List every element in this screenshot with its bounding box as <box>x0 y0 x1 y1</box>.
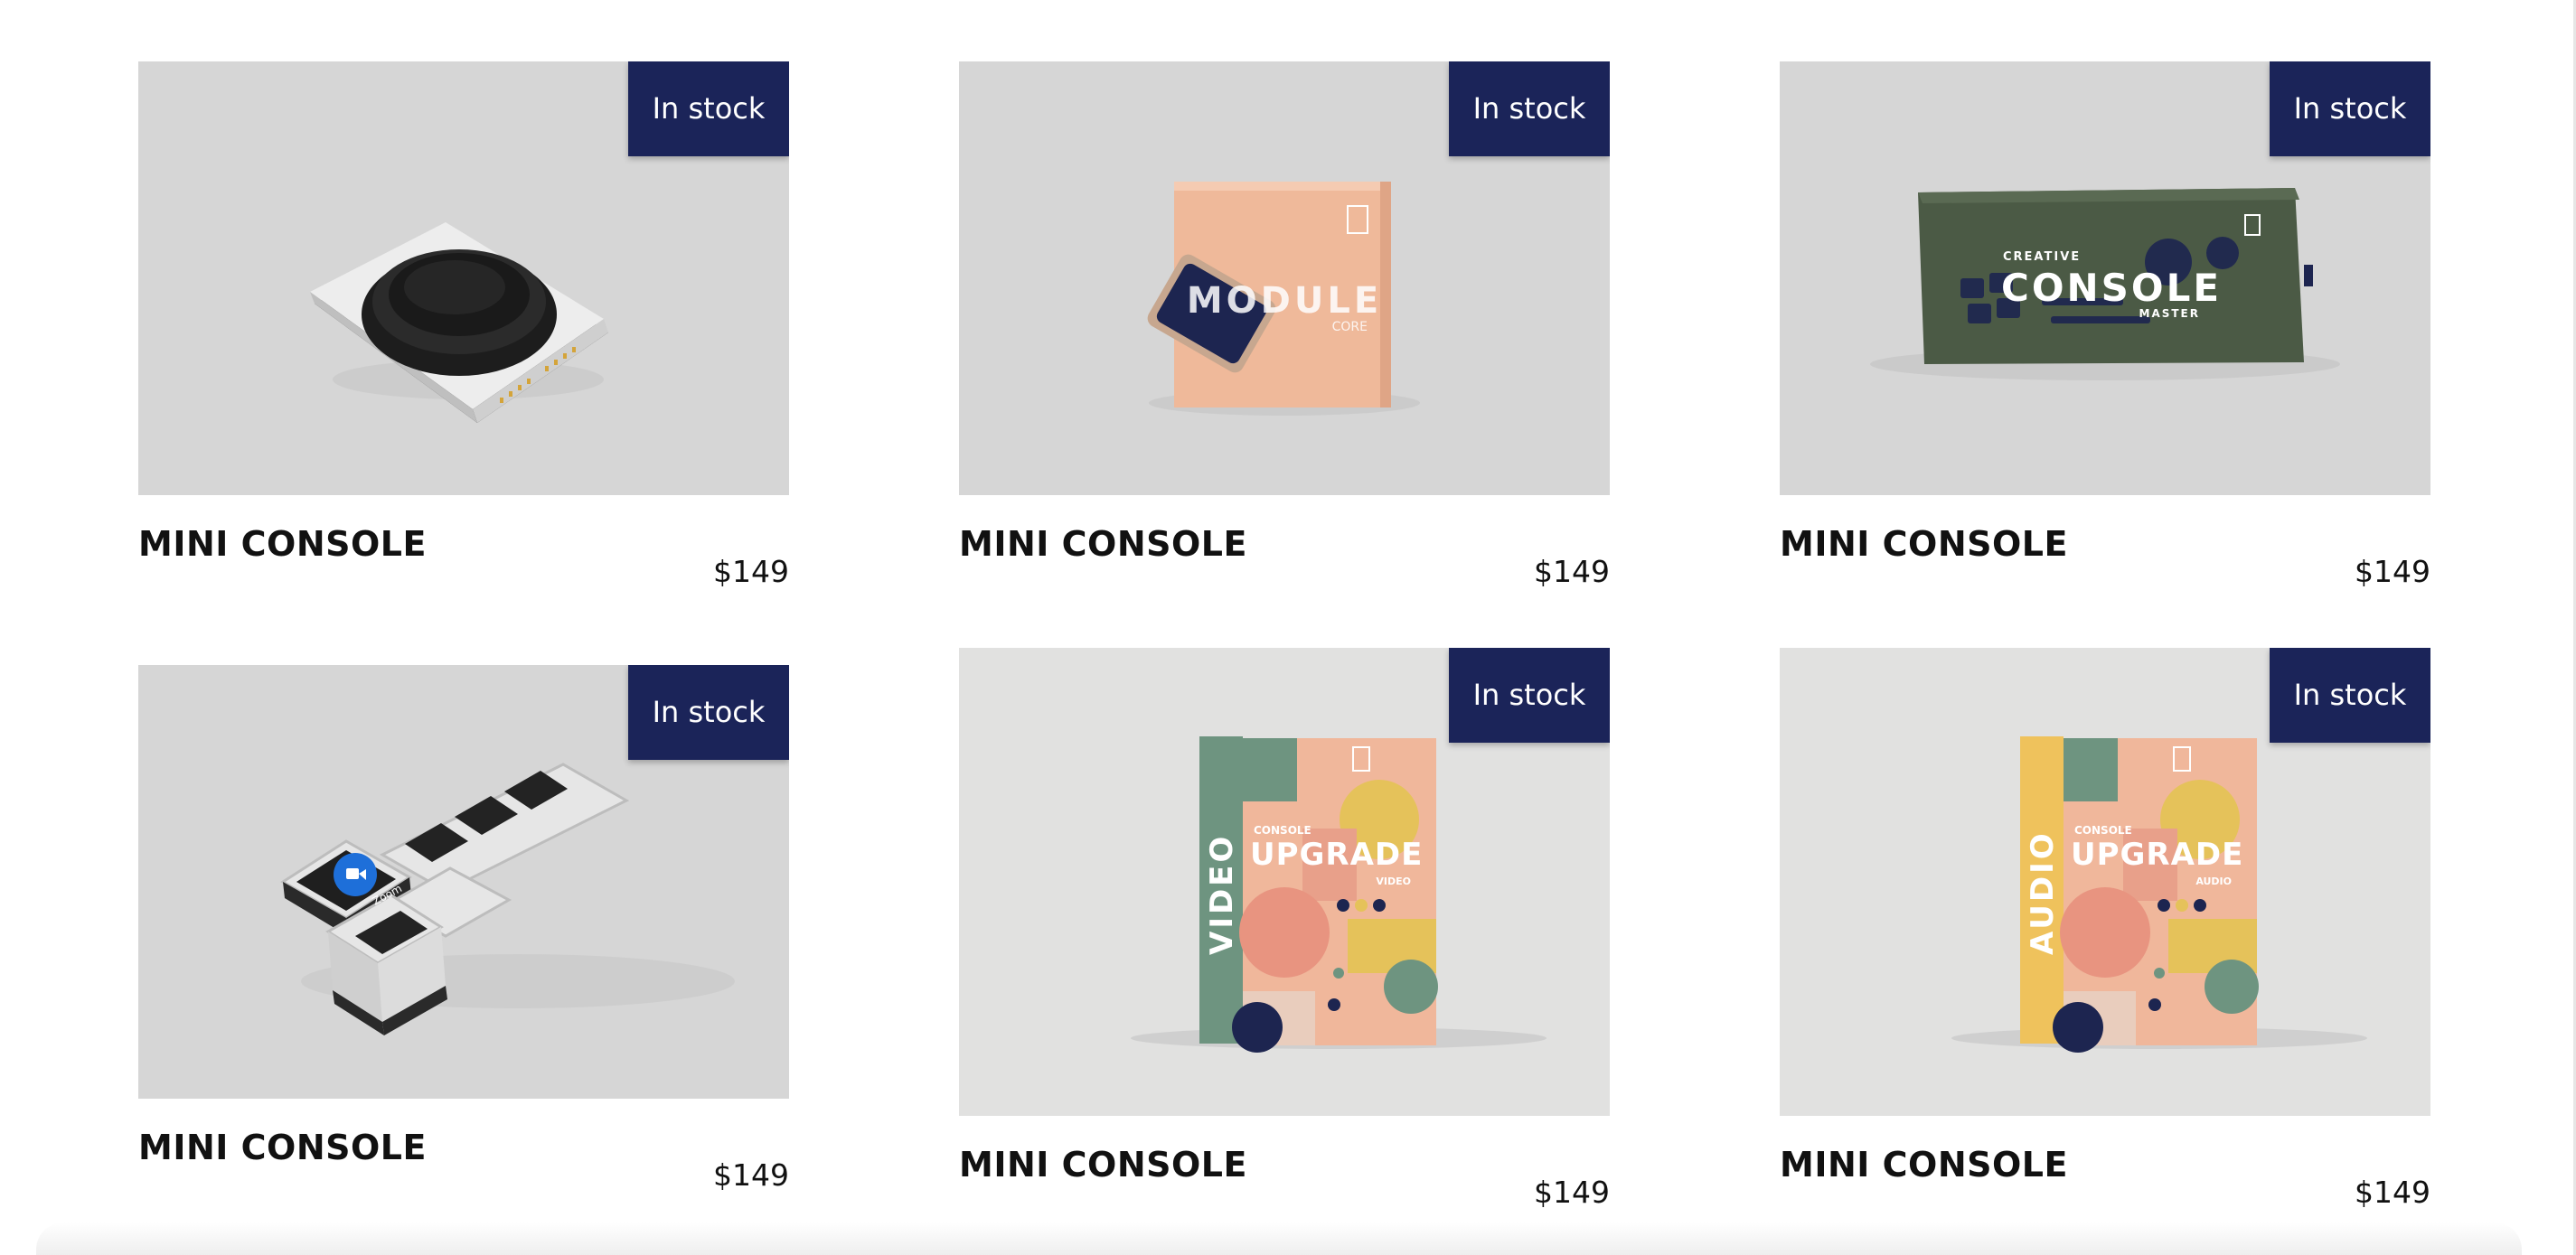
product-price: $149 <box>1534 554 1610 589</box>
product-card[interactable]: VIDEO CONSOLE UPGRADE VIDEO In stock MIN… <box>959 648 1610 1210</box>
product-card[interactable]: AUDIO CONSOLE UPGRADE AUDIO In stock MIN… <box>1780 648 2430 1210</box>
product-card[interactable]: MODULE CORE In stock MINI CONSOLE $149 <box>959 61 1610 604</box>
box-spine-label: VIDEO <box>1204 834 1240 955</box>
product-image[interactable]: MODULE CORE In stock <box>959 61 1610 495</box>
in-stock-badge: In stock <box>628 61 789 156</box>
product-card[interactable]: Zoom In stock MINI CONSOLE $149 <box>138 665 789 1207</box>
in-stock-badge: In stock <box>628 665 789 760</box>
product-name[interactable]: MINI CONSOLE <box>1780 524 2068 564</box>
product-image[interactable]: In stock <box>138 61 789 495</box>
box-kicker: CONSOLE <box>1254 824 1312 837</box>
box-title: MODULE <box>1187 280 1382 322</box>
product-name[interactable]: MINI CONSOLE <box>959 1145 1247 1185</box>
product-price: $149 <box>713 1157 789 1193</box>
product-price: $149 <box>713 554 789 589</box>
box-subtitle: CORE <box>1332 320 1368 334</box>
product-image[interactable]: VIDEO CONSOLE UPGRADE VIDEO In stock <box>959 648 1610 1116</box>
box-subtitle: MASTER <box>2139 307 2201 320</box>
product-price: $149 <box>2355 1175 2430 1210</box>
product-price: $149 <box>2355 554 2430 589</box>
in-stock-badge: In stock <box>1449 61 1610 156</box>
box-title: UPGRADE <box>2071 837 2243 873</box>
in-stock-badge: In stock <box>2270 61 2430 156</box>
product-card[interactable]: CREATIVE CONSOLE MASTER In stock MINI CO… <box>1780 61 2430 604</box>
product-name[interactable]: MINI CONSOLE <box>1780 1145 2068 1185</box>
bottom-overlay-shadow <box>36 1222 2522 1255</box>
product-price: $149 <box>1534 1175 1610 1210</box>
product-image[interactable]: AUDIO CONSOLE UPGRADE AUDIO In stock <box>1780 648 2430 1116</box>
box-subtitle: VIDEO <box>1376 876 1411 887</box>
box-subtitle: AUDIO <box>2195 876 2232 887</box>
product-name[interactable]: MINI CONSOLE <box>138 524 427 564</box>
box-title: UPGRADE <box>1250 837 1423 873</box>
product-name[interactable]: MINI CONSOLE <box>138 1128 427 1167</box>
box-title: CONSOLE <box>2001 266 2222 310</box>
product-name[interactable]: MINI CONSOLE <box>959 524 1247 564</box>
product-image[interactable]: Zoom In stock <box>138 665 789 1099</box>
box-kicker: CONSOLE <box>2074 824 2132 837</box>
in-stock-badge: In stock <box>1449 648 1610 743</box>
in-stock-badge: In stock <box>2270 648 2430 743</box>
box-kicker: CREATIVE <box>2003 250 2081 264</box>
box-spine-label: AUDIO <box>2025 830 2061 955</box>
product-image[interactable]: CREATIVE CONSOLE MASTER In stock <box>1780 61 2430 495</box>
product-card[interactable]: In stock MINI CONSOLE $149 <box>138 61 789 604</box>
